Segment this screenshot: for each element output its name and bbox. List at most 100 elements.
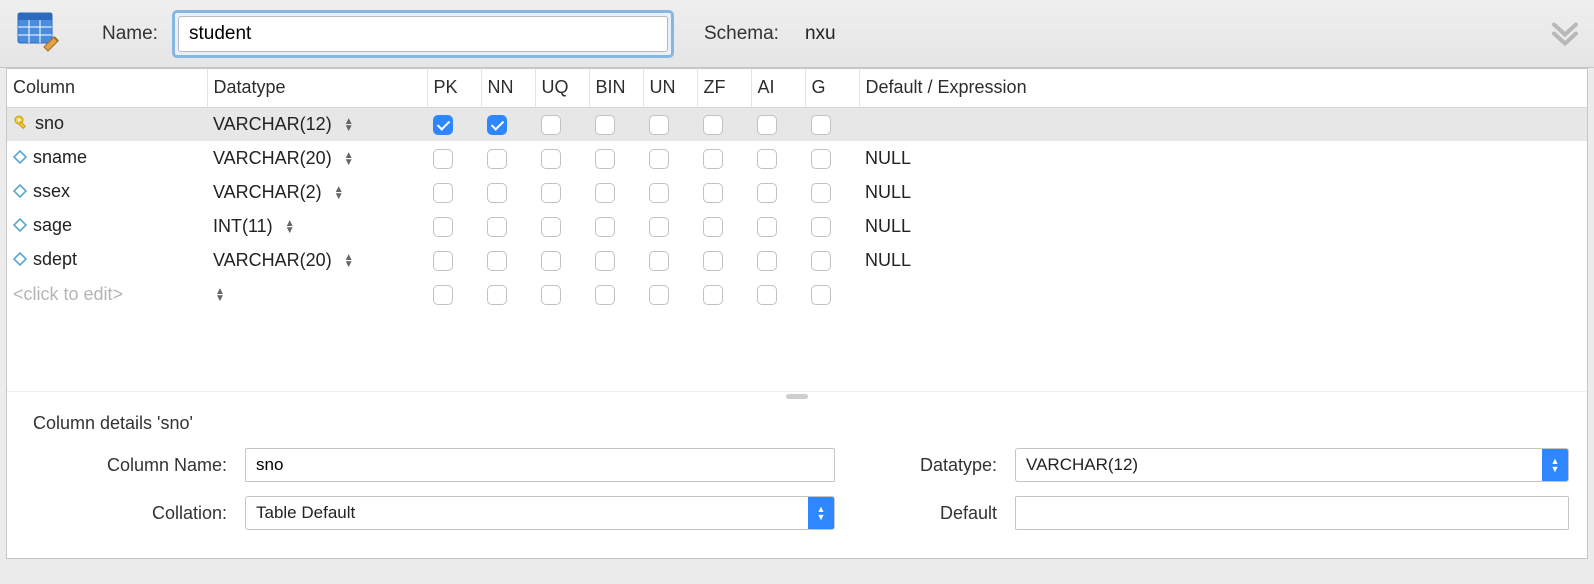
g-checkbox[interactable] [811,217,831,237]
uq-checkbox[interactable] [541,115,561,135]
zf-checkbox[interactable] [703,183,723,203]
default-cell: NULL [865,148,911,168]
th-nn[interactable]: NN [481,69,535,107]
zf-checkbox[interactable] [703,251,723,271]
nn-checkbox[interactable] [487,251,507,271]
pk-checkbox[interactable] [433,285,453,305]
diamond-icon [13,182,27,203]
toolbar: Name: Schema: nxu [0,0,1594,68]
columns-panel: Column Datatype PK NN UQ BIN UN ZF AI G … [6,68,1588,559]
un-checkbox[interactable] [649,183,669,203]
stepper-icon[interactable]: ▲▼ [213,288,227,302]
bin-checkbox[interactable] [595,149,615,169]
datatype-select[interactable]: VARCHAR(12) ▲▼ [1015,448,1569,482]
default-label: Default [875,503,1015,524]
g-checkbox[interactable] [811,251,831,271]
stepper-icon[interactable]: ▲▼ [332,186,346,200]
ai-checkbox[interactable] [757,183,777,203]
nn-checkbox[interactable] [487,285,507,305]
datatype-cell: VARCHAR(20) [213,148,332,168]
table-row[interactable]: snoVARCHAR(12) ▲▼ [7,107,1587,141]
grid-empty-space[interactable] [7,311,1587,391]
chevron-down-icon: ▲▼ [808,497,834,529]
g-checkbox[interactable] [811,115,831,135]
stepper-icon[interactable]: ▲▼ [342,152,356,166]
g-checkbox[interactable] [811,285,831,305]
pk-checkbox[interactable] [433,217,453,237]
ai-checkbox[interactable] [757,251,777,271]
un-checkbox[interactable] [649,149,669,169]
expand-chevrons-icon[interactable] [1550,16,1580,51]
zf-checkbox[interactable] [703,285,723,305]
stepper-icon[interactable]: ▲▼ [283,220,297,234]
uq-checkbox[interactable] [541,149,561,169]
ai-checkbox[interactable] [757,285,777,305]
uq-checkbox[interactable] [541,217,561,237]
schema-value: nxu [805,23,836,45]
th-g[interactable]: G [805,69,859,107]
th-un[interactable]: UN [643,69,697,107]
nn-checkbox[interactable] [487,115,507,135]
bin-checkbox[interactable] [595,251,615,271]
zf-checkbox[interactable] [703,149,723,169]
uq-checkbox[interactable] [541,251,561,271]
g-checkbox[interactable] [811,183,831,203]
datatype-cell: VARCHAR(12) [213,114,332,134]
table-row[interactable]: sdeptVARCHAR(20) ▲▼NULL [7,243,1587,277]
collation-select-value: Table Default [246,499,808,527]
zf-checkbox[interactable] [703,217,723,237]
stepper-icon[interactable]: ▲▼ [342,254,356,268]
name-label: Name: [102,23,158,45]
un-checkbox[interactable] [649,285,669,305]
table-name-input[interactable] [178,16,668,52]
th-bin[interactable]: BIN [589,69,643,107]
default-input[interactable] [1015,496,1569,530]
th-pk[interactable]: PK [427,69,481,107]
columns-table: Column Datatype PK NN UQ BIN UN ZF AI G … [7,69,1587,311]
column-name-cell: sname [33,147,87,167]
pk-checkbox[interactable] [433,149,453,169]
bin-checkbox[interactable] [595,217,615,237]
table-row[interactable]: sageINT(11) ▲▼NULL [7,209,1587,243]
uq-checkbox[interactable] [541,183,561,203]
ai-checkbox[interactable] [757,217,777,237]
th-zf[interactable]: ZF [697,69,751,107]
bin-checkbox[interactable] [595,285,615,305]
column-details-panel: Column details 'sno' Column Name: Dataty… [7,401,1587,558]
datatype-cell: VARCHAR(2) [213,182,322,202]
th-column[interactable]: Column [7,69,207,107]
th-ai[interactable]: AI [751,69,805,107]
bin-checkbox[interactable] [595,115,615,135]
table-row[interactable]: ssexVARCHAR(2) ▲▼NULL [7,175,1587,209]
un-checkbox[interactable] [649,115,669,135]
table-row[interactable]: sname VARCHAR(20) ▲▼ NULL [7,141,1587,175]
uq-checkbox[interactable] [541,285,561,305]
ai-checkbox[interactable] [757,149,777,169]
collation-select[interactable]: Table Default ▲▼ [245,496,835,530]
pk-checkbox[interactable] [433,115,453,135]
datatype-cell: VARCHAR(20) [213,250,332,270]
th-default[interactable]: Default / Expression [859,69,1587,107]
placeholder-text: <click to edit> [13,284,123,304]
un-checkbox[interactable] [649,251,669,271]
column-name-label: Column Name: [25,455,245,476]
default-cell: NULL [865,182,911,202]
th-datatype[interactable]: Datatype [207,69,427,107]
nn-checkbox[interactable] [487,149,507,169]
pk-checkbox[interactable] [433,251,453,271]
column-name-input[interactable] [245,448,835,482]
nn-checkbox[interactable] [487,183,507,203]
ai-checkbox[interactable] [757,115,777,135]
pk-checkbox[interactable] [433,183,453,203]
collation-label: Collation: [25,503,245,524]
splitter-handle[interactable] [7,391,1587,401]
nn-checkbox[interactable] [487,217,507,237]
un-checkbox[interactable] [649,217,669,237]
zf-checkbox[interactable] [703,115,723,135]
stepper-icon[interactable]: ▲▼ [342,118,356,132]
bin-checkbox[interactable] [595,183,615,203]
g-checkbox[interactable] [811,149,831,169]
default-cell: NULL [865,216,911,236]
new-column-placeholder-row[interactable]: <click to edit> ▲▼ [7,277,1587,311]
th-uq[interactable]: UQ [535,69,589,107]
